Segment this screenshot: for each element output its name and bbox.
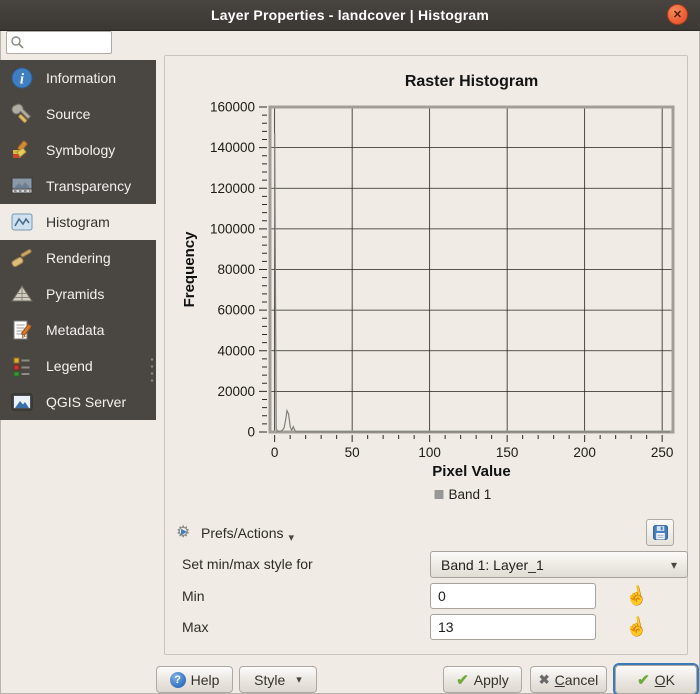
window-title: Layer Properties - landcover | Histogram [211,7,489,23]
pyramid-icon [10,282,34,306]
sidebar-item-histogram[interactable]: Histogram [0,204,156,240]
pick-min-hand-icon[interactable]: ☝ [623,582,650,610]
x-tick-label: 50 [345,445,360,460]
close-icon: ✕ [673,8,682,21]
sidebar-item-source[interactable]: Source [0,96,156,132]
histogram-icon [10,210,34,234]
y-axis-label: Frequency [181,231,198,308]
brush-icon [10,246,34,270]
info-icon: i [10,66,34,90]
sidebar: i Information Source Symbology Transpare… [0,60,156,420]
y-tick-label: 20000 [217,384,255,399]
style-button[interactable]: Style ▾ [239,666,317,693]
x-tick-label: 0 [271,445,279,460]
paintbrush-icon [10,138,34,162]
sidebar-item-label: Metadata [46,322,104,338]
band-select-value: Band 1: Layer_1 [441,557,671,573]
cancel-button[interactable]: ✖ Cancel [530,666,607,693]
prefs-actions-label: Prefs/Actions [201,525,283,541]
save-plot-button[interactable] [646,519,674,546]
wrench-icon [10,102,34,126]
sidebar-item-metadata[interactable]: Metadata [0,312,156,348]
legend-label: Band 1 [449,487,492,502]
y-tick-label: 80000 [217,262,255,277]
y-tick-label: 60000 [217,303,255,318]
qgis-server-icon [10,390,34,414]
sidebar-item-qgis-server[interactable]: QGIS Server [0,384,156,420]
splitter-handle[interactable] [150,356,154,382]
sidebar-item-pyramids[interactable]: Pyramids [0,276,156,312]
metadata-icon [10,318,34,342]
chevron-down-icon: ▾ [296,673,302,686]
help-button[interactable]: ? Help [156,666,233,693]
max-label: Max [182,619,208,635]
legend-icon [10,354,34,378]
max-input[interactable] [430,614,596,640]
sidebar-item-symbology[interactable]: Symbology [0,132,156,168]
sidebar-item-transparency[interactable]: Transparency [0,168,156,204]
play-icon: ▶ [181,527,187,536]
titlebar[interactable]: Layer Properties - landcover | Histogram… [0,0,700,31]
raster-histogram-chart: 0 50 100 150 200 250 0 20000 40000 60000 80000 1000… [170,95,686,507]
search-input[interactable] [27,33,113,54]
sidebar-item-information[interactable]: i Information [0,60,156,96]
y-tick-label: 40000 [217,343,255,358]
set-minmax-label: Set min/max style for [182,556,313,572]
transparency-icon [10,174,34,198]
sidebar-item-label: Legend [46,358,93,374]
sidebar-item-label: Information [46,70,116,86]
y-tick-label: 0 [247,425,255,440]
y-tick-label: 100000 [210,221,255,236]
chevron-down-icon: ▾ [288,531,294,544]
y-tick-label: 120000 [210,181,255,196]
y-tick-label: 140000 [210,140,255,155]
search-icon [10,35,25,50]
legend-swatch [435,490,444,499]
sidebar-item-label: Transparency [46,178,131,194]
x-icon: ✖ [539,672,550,688]
histogram-line [275,133,670,432]
band-select[interactable]: Band 1: Layer_1 ▾ [430,551,688,578]
ok-button[interactable]: ✔ OK [615,665,697,694]
close-button[interactable]: ✕ [667,4,688,25]
x-tick-label: 200 [573,445,596,460]
sidebar-item-label: Source [46,106,90,122]
x-axis-label: Pixel Value [432,463,510,480]
sidebar-item-label: QGIS Server [46,394,126,410]
sidebar-item-label: Histogram [46,214,110,230]
sidebar-item-label: Pyramids [46,286,104,302]
check-icon: ✔ [637,671,650,689]
sidebar-search [6,31,112,54]
x-tick-label: 100 [418,445,441,460]
min-input[interactable] [430,583,596,609]
sidebar-item-label: Rendering [46,250,111,266]
sidebar-item-label: Symbology [46,142,115,158]
y-tick-label: 160000 [210,100,255,115]
sidebar-item-legend[interactable]: Legend [0,348,156,384]
help-icon: ? [170,672,186,688]
action-gear-icon: ⚙ ▶ [176,524,194,542]
sidebar-item-rendering[interactable]: Rendering [0,240,156,276]
x-tick-label: 150 [496,445,519,460]
chart-title: Raster Histogram [270,73,673,91]
min-label: Min [182,588,205,604]
prefs-actions-button[interactable]: ⚙ ▶ Prefs/Actions ▾ [176,521,294,545]
save-icon [652,524,669,541]
chevron-down-icon: ▾ [671,558,677,572]
apply-button[interactable]: ✔ Apply [443,666,522,693]
x-tick-label: 250 [651,445,674,460]
check-icon: ✔ [456,671,469,689]
pick-max-hand-icon[interactable]: ☝ [623,613,650,641]
